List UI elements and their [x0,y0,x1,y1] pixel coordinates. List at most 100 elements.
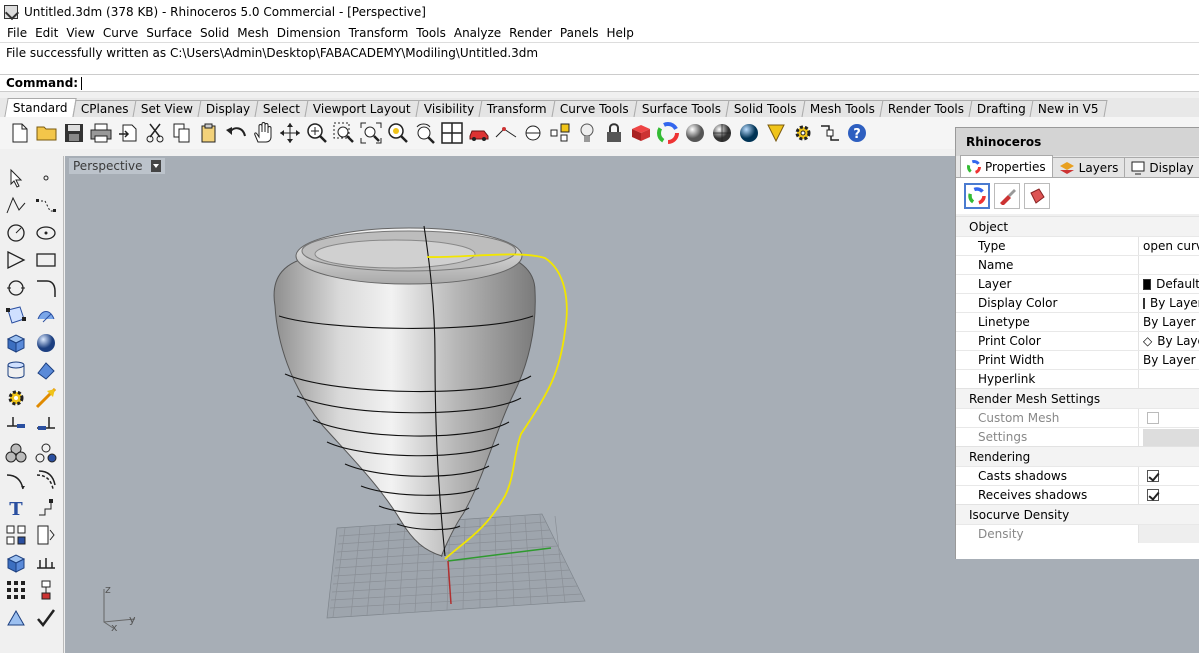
prop-hyperlink[interactable]: Hyperlink [956,369,1199,388]
import-icon[interactable] [116,121,140,145]
sphere-shaded-icon[interactable] [683,121,707,145]
zoom-window-icon[interactable] [332,121,356,145]
tab-mesh-tools[interactable]: Mesh Tools [801,100,884,117]
help-icon[interactable]: ? [845,121,869,145]
prop-layer[interactable]: Layer Default [956,274,1199,293]
grip-tool-icon[interactable] [818,121,842,145]
rotate-camera-icon[interactable] [413,121,437,145]
menu-file[interactable]: File [4,26,32,40]
box-icon[interactable] [2,329,30,357]
mirror-icon[interactable] [2,604,30,632]
menu-tools[interactable]: Tools [413,26,451,40]
tab-standard[interactable]: Standard [4,98,77,117]
tab-visibility[interactable]: Visibility [415,100,483,117]
tab-cplanes[interactable]: CPlanes [72,100,137,117]
density-field[interactable] [1138,525,1199,543]
prop-print-color[interactable]: Print Color◇By Layer [956,331,1199,350]
menu-mesh[interactable]: Mesh [234,26,274,40]
loft-icon[interactable] [32,302,60,330]
pan-hand-icon[interactable] [251,121,275,145]
prop-print-width[interactable]: Print Width By Layer [956,350,1199,369]
options-gear-icon[interactable] [791,121,815,145]
text-icon[interactable]: T [2,494,30,522]
polyline-icon[interactable] [2,192,30,220]
tab-layers[interactable]: Layers [1051,157,1126,177]
curve-cp-icon[interactable] [32,192,60,220]
tab-display[interactable]: Display [1124,157,1199,177]
model-canvas[interactable]: z y x [65,156,955,653]
point-icon[interactable] [32,164,60,192]
object-properties-icon[interactable] [964,183,990,209]
zoom-dynamic-icon[interactable] [305,121,329,145]
tab-drafting[interactable]: Drafting [968,100,1034,117]
menu-dimension[interactable]: Dimension [274,26,346,40]
explode-icon[interactable] [32,439,60,467]
car-named-view-icon[interactable] [467,121,491,145]
offset-icon[interactable] [2,467,30,495]
circle-icon[interactable] [2,219,30,247]
casts-shadows-checkbox[interactable] [1147,470,1159,482]
menu-analyze[interactable]: Analyze [451,26,506,40]
revolved-surface-object[interactable] [273,225,568,560]
zoom-extents-icon[interactable] [359,121,383,145]
rectangle-icon[interactable] [32,247,60,275]
menu-panels[interactable]: Panels [557,26,604,40]
dimension-icon[interactable] [32,494,60,522]
menu-transform[interactable]: Transform [346,26,414,40]
tab-properties[interactable]: Properties [960,155,1053,177]
save-icon[interactable] [62,121,86,145]
array-icon[interactable] [2,522,30,550]
open-folder-icon[interactable] [35,121,59,145]
distribute-icon[interactable] [32,549,60,577]
sphere-render-icon[interactable] [710,121,734,145]
settings-button[interactable] [1143,428,1199,446]
lightbulb-icon[interactable] [575,121,599,145]
receives-shadows-checkbox[interactable] [1147,489,1159,501]
tab-transform[interactable]: Transform [478,100,556,117]
polygon-icon[interactable] [2,247,30,275]
group-icon[interactable] [2,439,30,467]
command-line[interactable]: Command: [0,74,1199,92]
ellipse-icon[interactable] [32,219,60,247]
prop-display-color[interactable]: Display Color By Layer [956,293,1199,312]
zoom-selected-icon[interactable] [386,121,410,145]
boolean-arrow-icon[interactable] [32,384,60,412]
transform-gear-icon[interactable] [2,384,30,412]
trim-icon[interactable] [2,412,30,440]
menu-curve[interactable]: Curve [100,26,143,40]
four-viewports-icon[interactable] [440,121,464,145]
extrude-icon[interactable] [2,357,30,385]
rhino-app-icon[interactable] [4,5,18,19]
tab-set-view[interactable]: Set View [132,100,202,117]
tab-select[interactable]: Select [254,100,309,117]
tab-solid-tools[interactable]: Solid Tools [725,100,806,117]
copy-icon[interactable] [170,121,194,145]
arc-icon[interactable] [2,274,30,302]
patch-icon[interactable] [32,357,60,385]
render-shaded-icon[interactable] [629,121,653,145]
paste-icon[interactable] [197,121,221,145]
color-wheel-icon[interactable] [656,121,680,145]
undo-icon[interactable] [224,121,248,145]
print-icon[interactable] [89,121,113,145]
fillet-curve-icon[interactable] [32,274,60,302]
menu-edit[interactable]: Edit [32,26,63,40]
name-field[interactable] [1138,256,1199,274]
camera-target-icon[interactable] [494,121,518,145]
tab-surface-tools[interactable]: Surface Tools [633,100,730,117]
tab-viewport-layout[interactable]: Viewport Layout [304,100,420,117]
command-history[interactable]: File successfully written as C:\Users\Ad… [0,42,1199,74]
lock-icon[interactable] [602,121,626,145]
flow-icon[interactable] [32,577,60,605]
menu-help[interactable]: Help [604,26,639,40]
cut-icon[interactable] [143,121,167,145]
tab-render-tools[interactable]: Render Tools [879,100,973,117]
material-brush-icon[interactable] [994,183,1020,209]
light-cone-icon[interactable] [764,121,788,145]
check-icon[interactable] [32,604,60,632]
solid-cube-icon[interactable] [2,549,30,577]
select-arrow-icon[interactable] [2,164,30,192]
grid-array-icon[interactable] [2,577,30,605]
new-file-icon[interactable] [8,121,32,145]
tab-display[interactable]: Display [197,100,259,117]
